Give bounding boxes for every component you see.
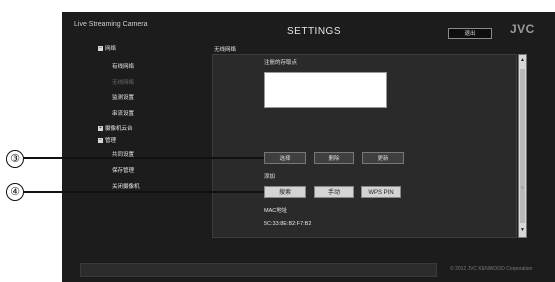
scroll-down-icon[interactable]: ▼ — [519, 227, 526, 234]
jvc-logo: JVC — [510, 22, 535, 36]
callout-3-line — [23, 157, 264, 159]
scroll-thumb[interactable]: ≡ — [520, 185, 525, 191]
update-button[interactable]: 更新 — [362, 152, 404, 164]
callout-4-line — [23, 191, 264, 193]
sidebar-item-camera-pan-tilt[interactable]: + 摄像机云台 — [98, 124, 133, 132]
camera-settings-window: Live Streaming Camera SETTINGS 退出 JVC − 网… — [62, 12, 555, 282]
search-button[interactable]: 搜索 — [264, 186, 306, 198]
mac-address-label: MAC地址 — [264, 208, 288, 214]
sidebar-item-wired-network[interactable]: 有线网络 — [112, 62, 134, 70]
copyright-text: © 2012 JVC KENWOOD Corporation — [450, 266, 533, 272]
sidebar-item-save-management[interactable]: 保存管理 — [112, 166, 134, 174]
select-button[interactable]: 选择 — [264, 152, 306, 164]
add-label: 添加 — [264, 174, 276, 180]
section-title: 无线网络 — [214, 47, 237, 53]
wps-pin-button[interactable]: WPS PIN — [361, 186, 401, 198]
collapse-icon[interactable]: − — [98, 138, 103, 144]
expand-icon[interactable]: + — [98, 126, 103, 132]
exit-button[interactable]: 退出 — [448, 28, 492, 39]
mac-address-value: 5C:33:8E:B2:F7:B2 — [264, 221, 312, 227]
sidebar-item-network[interactable]: − 网络 — [98, 44, 116, 52]
collapse-icon[interactable]: − — [98, 46, 103, 52]
delete-button[interactable]: 删除 — [314, 152, 354, 164]
sidebar-item-monitor-settings[interactable]: 监测设置 — [112, 93, 134, 101]
scrollbar[interactable]: ▲ ≡ ▼ — [518, 54, 527, 238]
callout-3: ③ — [6, 150, 24, 168]
sidebar-item-wireless-network: 无线网络 — [112, 80, 135, 86]
sidebar-item-shutdown-camera[interactable]: 关闭摄像机 — [112, 182, 140, 190]
brand-label: Live Streaming Camera — [74, 21, 148, 28]
status-bar — [80, 263, 437, 277]
scroll-up-icon[interactable]: ▲ — [519, 57, 526, 64]
sidebar-item-management[interactable]: − 管理 — [98, 136, 116, 144]
registered-ap-label: 注册的存取点 — [264, 60, 298, 66]
manual-button[interactable]: 手动 — [314, 186, 354, 198]
settings-sidebar: − 网络 有线网络 无线网络 监测设置 串流设置 + 摄像机云台 − 管理 共同设置 … — [62, 42, 212, 202]
sidebar-item-stream-settings[interactable]: 串流设置 — [112, 109, 134, 117]
access-point-list[interactable] — [264, 72, 387, 108]
scroll-track[interactable] — [520, 69, 525, 223]
page-title: SETTINGS — [287, 26, 342, 37]
callout-4: ④ — [6, 183, 24, 201]
